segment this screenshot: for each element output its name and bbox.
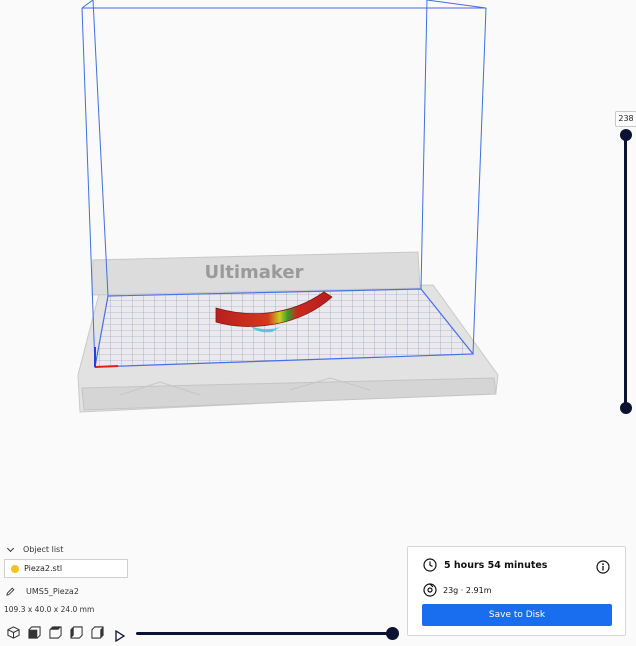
object-list-item[interactable]: Pieza2.stl bbox=[4, 559, 128, 578]
model-dimensions: 109.3 x 40.0 x 24.0 mm bbox=[4, 605, 95, 614]
view-orientation-toolbar bbox=[5, 625, 105, 639]
play-simulation-button[interactable] bbox=[114, 627, 126, 643]
left-view-icon[interactable] bbox=[68, 625, 84, 639]
layer-slider-lower-handle[interactable] bbox=[620, 402, 632, 414]
simulation-slider-handle[interactable] bbox=[386, 627, 399, 640]
save-to-disk-button[interactable]: Save to Disk bbox=[422, 604, 612, 626]
layer-number-input[interactable]: 238 bbox=[615, 111, 636, 127]
object-list-toggle[interactable]: Object list bbox=[6, 544, 64, 554]
print-time-row: 5 hours 54 minutes bbox=[423, 558, 547, 572]
object-list-title: Object list bbox=[23, 545, 64, 554]
print-info-button[interactable] bbox=[596, 559, 610, 574]
right-view-icon[interactable] bbox=[89, 625, 105, 639]
simulation-slider-track[interactable] bbox=[136, 632, 393, 635]
layer-slider-upper-handle[interactable] bbox=[620, 129, 632, 141]
job-name-row[interactable]: UMS5_Pieza2 bbox=[6, 587, 79, 596]
info-icon bbox=[596, 560, 610, 574]
front-view-icon[interactable] bbox=[26, 625, 42, 639]
pencil-icon bbox=[6, 587, 15, 596]
play-icon bbox=[115, 629, 126, 643]
extruder-color-dot bbox=[11, 564, 19, 573]
layer-slider-track[interactable] bbox=[624, 134, 627, 408]
3d-view-icon[interactable] bbox=[5, 625, 21, 639]
print-time: 5 hours 54 minutes bbox=[444, 559, 548, 571]
spool-icon bbox=[423, 583, 437, 597]
build-plate bbox=[94, 288, 475, 368]
top-view-icon[interactable] bbox=[47, 625, 63, 639]
material-usage-row: 23g · 2.91m bbox=[423, 583, 492, 597]
material-usage: 23g · 2.91m bbox=[443, 585, 492, 595]
print-info-panel: 5 hours 54 minutes 23g · 2.91m Save to D… bbox=[407, 546, 626, 636]
object-name: Pieza2.stl bbox=[24, 564, 63, 573]
job-name: UMS5_Pieza2 bbox=[26, 587, 79, 596]
chevron-down-icon bbox=[6, 544, 15, 552]
clock-icon bbox=[423, 558, 437, 572]
brand-logo: Ultimaker bbox=[204, 262, 303, 283]
